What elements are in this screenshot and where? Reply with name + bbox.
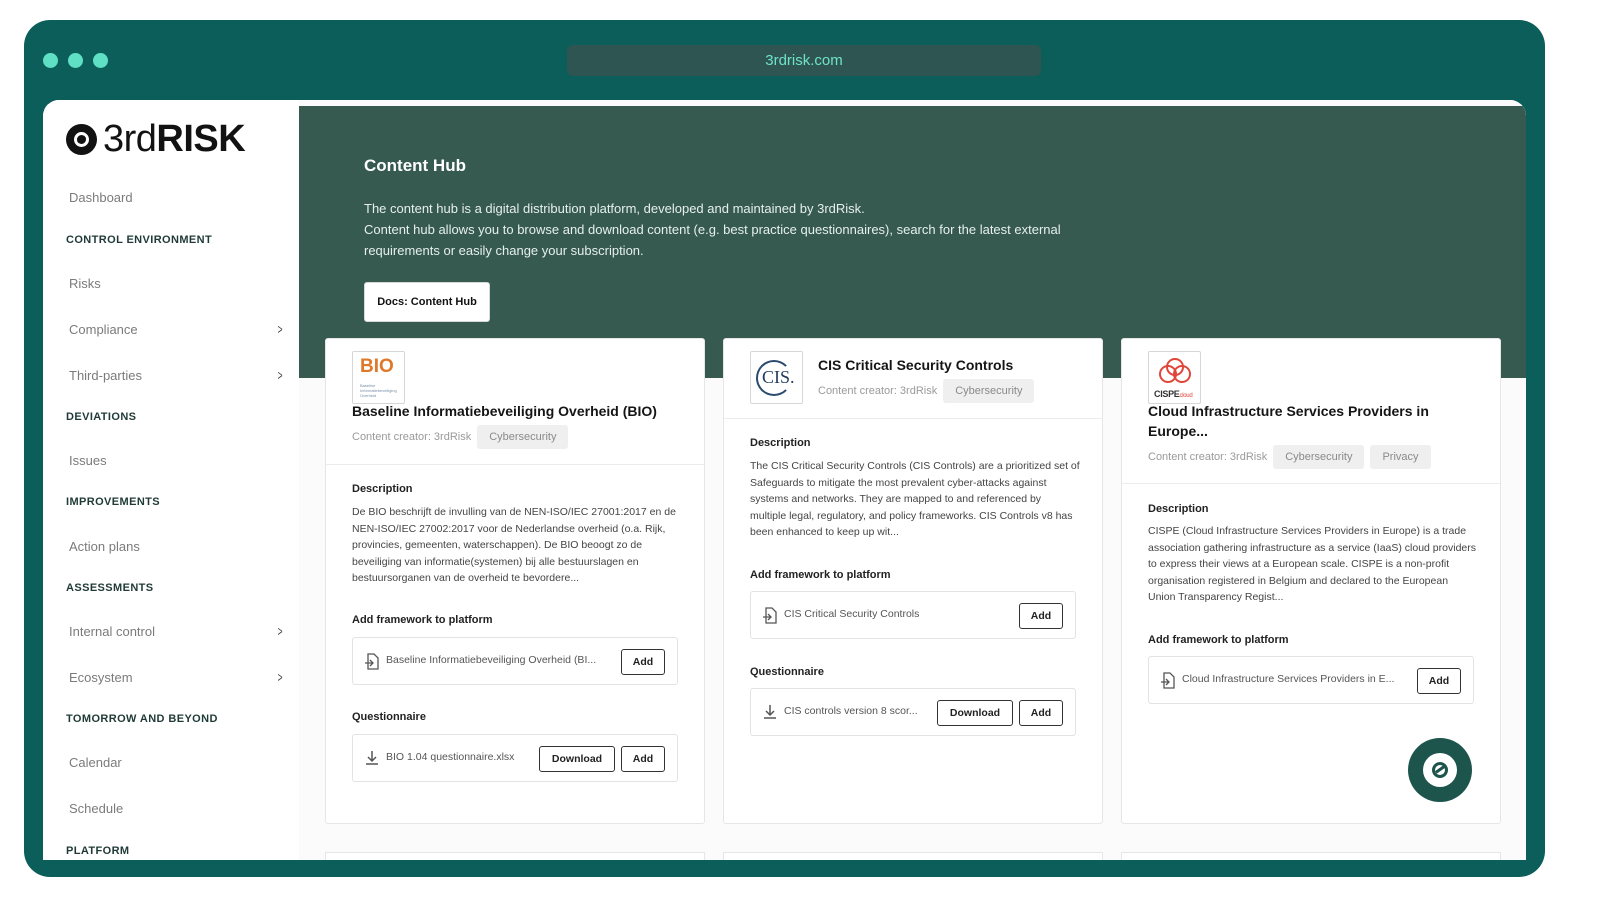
download-questionnaire-button[interactable]: Download <box>937 700 1013 726</box>
bio-logo: BIO Baseline Informatiebeveiliging Overh… <box>352 351 405 404</box>
file-import-icon <box>763 607 777 624</box>
sidebar-item-ecosystem[interactable]: Ecosystem <box>69 670 133 685</box>
sidebar-item-issues[interactable]: Issues <box>69 453 107 468</box>
content-card-cis: CIS. CIS Critical Security Controls Cont… <box>723 338 1103 824</box>
sidebar-heading-tomorrow-and-beyond: TOMORROW AND BEYOND <box>66 713 218 725</box>
tag-badge: Cybersecurity <box>477 425 569 449</box>
sidebar-heading-control-environment: CONTROL ENVIRONMENT <box>66 234 213 246</box>
page-description: The content hub is a digital distributio… <box>364 201 1061 258</box>
content-card-next[interactable] <box>325 852 705 860</box>
framework-row: Cloud Infrastructure Services Providers … <box>1148 656 1474 704</box>
brand-logo[interactable]: 3rdRISK <box>66 118 246 161</box>
card-title[interactable]: CIS Critical Security Controls <box>818 355 1013 375</box>
add-questionnaire-button[interactable]: Add <box>621 746 665 772</box>
sidebar-heading-improvements: IMPROVEMENTS <box>66 496 161 508</box>
download-questionnaire-button[interactable]: Download <box>539 746 615 772</box>
download-icon <box>366 751 378 765</box>
framework-row: Baseline Informatiebeveiliging Overheid … <box>352 637 678 685</box>
file-import-icon <box>365 653 379 670</box>
sidebar-item-compliance[interactable]: Compliance <box>69 322 138 337</box>
add-framework-button[interactable]: Add <box>621 649 665 675</box>
maximize-window-dot[interactable] <box>93 53 108 68</box>
tag-badge: Cybersecurity <box>1273 445 1365 469</box>
cispe-logo: CISPEcloud <box>1148 351 1201 404</box>
card-description: De BIO beschrijft de invulling van de NE… <box>352 506 676 584</box>
chevron-right-icon[interactable]: > <box>278 669 283 685</box>
sidebar: 3rdRISK Dashboard CONTROL ENVIRONMENT Ri… <box>43 100 299 860</box>
content-card-bio: BIO Baseline Informatiebeveiliging Overh… <box>325 338 705 824</box>
sidebar-item-schedule[interactable]: Schedule <box>69 801 123 816</box>
card-meta: Content creator: 3rdRisk Cybersecurity P… <box>1148 445 1431 469</box>
download-icon <box>764 705 776 719</box>
tag-badge: Cybersecurity <box>943 379 1035 403</box>
main-content: Content Hub The content hub is a digital… <box>299 100 1526 860</box>
app-container: 3rdRISK Dashboard CONTROL ENVIRONMENT Ri… <box>43 100 1526 860</box>
tag-badge: Privacy <box>1370 445 1431 469</box>
chevron-right-icon[interactable]: > <box>278 623 283 639</box>
card-title[interactable]: Cloud Infrastructure Services Providers … <box>1148 401 1448 441</box>
add-framework-button[interactable]: Add <box>1019 603 1063 629</box>
page-title: Content Hub <box>364 156 466 175</box>
sidebar-heading-assessments: ASSESSMENTS <box>66 582 154 594</box>
content-card-next[interactable] <box>723 852 1103 860</box>
sidebar-heading-platform: PLATFORM <box>66 845 130 857</box>
card-meta: Content creator: 3rdRisk Cybersecurity <box>818 379 1035 403</box>
chat-support-button[interactable] <box>1408 738 1472 802</box>
sidebar-heading-deviations: DEVIATIONS <box>66 411 137 423</box>
chevron-right-icon[interactable]: > <box>278 367 283 383</box>
questionnaire-row: BIO 1.04 questionnaire.xlsx Download Add <box>352 734 678 782</box>
framework-row: CIS Critical Security Controls Add <box>750 591 1076 639</box>
cis-logo: CIS. <box>750 351 803 404</box>
file-import-icon <box>1161 672 1175 689</box>
window-controls <box>43 53 108 68</box>
card-description: CISPE (Cloud Infrastructure Services Pro… <box>1148 525 1476 603</box>
browser-window: 3rdrisk.com 3rdRISK Dashboard CONTROL EN… <box>24 20 1545 877</box>
card-meta: Content creator: 3rdRisk Cybersecurity <box>352 425 569 449</box>
add-questionnaire-button[interactable]: Add <box>1019 700 1063 726</box>
chevron-right-icon[interactable]: > <box>278 321 283 337</box>
card-description: The CIS Critical Security Controls (CIS … <box>750 460 1080 538</box>
questionnaire-row: CIS controls version 8 scor... Download … <box>750 688 1076 736</box>
add-framework-button[interactable]: Add <box>1417 668 1461 694</box>
sidebar-item-action-plans[interactable]: Action plans <box>69 539 140 554</box>
logo-text: 3rdRISK <box>103 118 246 160</box>
sidebar-item-dashboard[interactable]: Dashboard <box>69 190 133 205</box>
minimize-window-dot[interactable] <box>68 53 83 68</box>
sidebar-item-risks[interactable]: Risks <box>69 276 101 291</box>
logo-mark-icon <box>66 124 97 155</box>
cloud-icon <box>1159 358 1191 383</box>
docs-content-hub-button[interactable]: Docs: Content Hub <box>364 282 490 322</box>
sidebar-item-third-parties[interactable]: Third-parties <box>69 368 142 383</box>
address-bar[interactable]: 3rdrisk.com <box>567 45 1041 76</box>
sidebar-item-internal-control[interactable]: Internal control <box>69 624 155 639</box>
sidebar-item-calendar[interactable]: Calendar <box>69 755 122 770</box>
content-card-next[interactable] <box>1121 852 1501 860</box>
card-title[interactable]: Baseline Informatiebeveiliging Overheid … <box>352 401 657 421</box>
close-window-dot[interactable] <box>43 53 58 68</box>
support-logo-icon <box>1423 753 1457 787</box>
